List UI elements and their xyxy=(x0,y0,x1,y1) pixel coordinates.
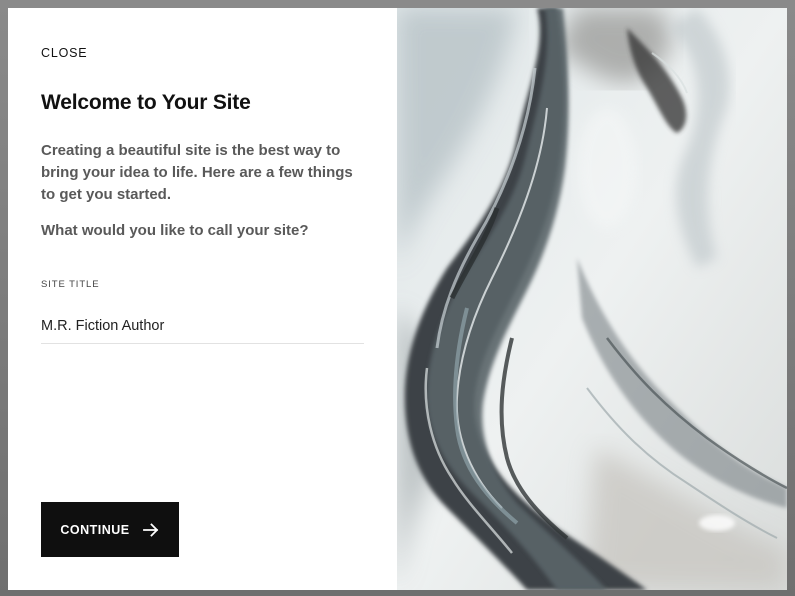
continue-label: CONTINUE xyxy=(60,522,130,537)
site-title-label: SITE TITLE xyxy=(41,279,100,290)
modal-content-panel: CLOSE Welcome to Your Site Creating a be… xyxy=(8,8,397,590)
site-name-question: What would you like to call your site? xyxy=(41,222,309,239)
site-title-input[interactable] xyxy=(41,308,364,344)
close-button[interactable]: CLOSE xyxy=(41,46,87,60)
hero-image-panel xyxy=(397,8,787,590)
welcome-modal: CLOSE Welcome to Your Site Creating a be… xyxy=(8,8,787,590)
modal-description: Creating a beautiful site is the best wa… xyxy=(41,142,353,203)
modal-title: Welcome to Your Site xyxy=(41,91,251,114)
marble-image xyxy=(397,8,787,590)
continue-button[interactable]: CONTINUE xyxy=(41,502,179,557)
arrow-right-icon xyxy=(142,522,158,537)
